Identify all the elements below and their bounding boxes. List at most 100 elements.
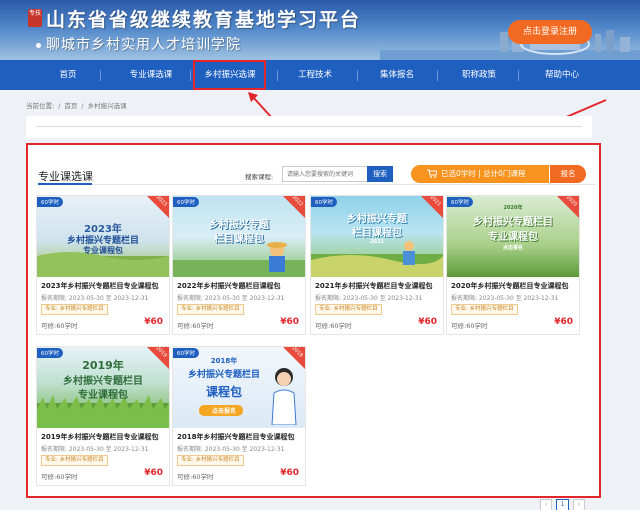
nav-divider bbox=[518, 70, 519, 81]
course-price: ¥60 bbox=[418, 317, 437, 327]
course-price: ¥60 bbox=[280, 317, 299, 327]
enroll-period: 报名期限: 2023-05-30 至 2023-12-31 bbox=[177, 295, 285, 302]
course-thumbnail: 2018年 乡村振兴专题栏目 课程包 点击报名 60学时 2018 bbox=[173, 347, 305, 428]
thumbnail-line: 2021 bbox=[370, 239, 384, 245]
course-thumbnail: 乡村振兴专题 栏目课程包 60学时 2022 bbox=[173, 196, 305, 277]
course-card[interactable]: 乡村振兴专题 栏目课程包 2021 60学时 2021 2021年乡村振兴专题栏… bbox=[310, 195, 444, 335]
nav-item-professional-courses[interactable]: 专业课选课 bbox=[118, 60, 184, 90]
nav-item-title-policy[interactable]: 职称政策 bbox=[446, 60, 512, 90]
specialty-tag: 专业: 乡村振兴专题栏目 bbox=[41, 304, 108, 315]
hours-tag: 60学时 bbox=[37, 348, 63, 358]
thumbnail-line: 栏目课程包 bbox=[352, 228, 402, 239]
breadcrumb-current: 乡村振兴选课 bbox=[87, 102, 127, 110]
pagination-prev-button[interactable]: ‹ bbox=[540, 499, 552, 510]
hours-tag: 60学时 bbox=[173, 348, 199, 358]
badge-stamp: 专技 bbox=[28, 9, 42, 27]
breadcrumb-home-link[interactable]: 首页 bbox=[64, 102, 77, 110]
credit-hours: 可修:60学时 bbox=[451, 322, 488, 330]
course-name[interactable]: 2022年乡村振兴专题栏目课程包 bbox=[177, 281, 280, 291]
site-subtitle: 聊城市乡村实用人才培训学院 bbox=[36, 34, 241, 54]
course-price: ¥60 bbox=[144, 317, 163, 327]
course-name[interactable]: 2021年乡村振兴专题栏目专业课程包 bbox=[315, 281, 432, 291]
course-price: ¥60 bbox=[554, 317, 573, 327]
course-card[interactable]: 2020年 乡村振兴专题栏目 专业课程包 点击报名 60学时 2020 2020… bbox=[446, 195, 580, 335]
enroll-period: 报名期限: 2023-05-30 至 2023-12-31 bbox=[177, 446, 285, 453]
credit-hours: 可修:60学时 bbox=[41, 473, 78, 481]
thumbnail-line: 专业课程包 bbox=[78, 390, 128, 401]
thumbnail-line: 点击报名 bbox=[211, 408, 236, 415]
nav-item-home[interactable]: 首页 bbox=[38, 60, 98, 90]
nav-divider bbox=[277, 70, 278, 81]
breadcrumb-separator: / bbox=[81, 102, 84, 110]
enroll-period: 报名期限: 2023-05-30 至 2023-12-31 bbox=[315, 295, 423, 302]
thumbnail-line: 专业课程包 bbox=[488, 232, 538, 243]
pagination-page-1[interactable]: 1 bbox=[556, 499, 569, 510]
divider bbox=[36, 126, 582, 127]
bullet-dot-icon bbox=[36, 42, 41, 48]
nav-divider bbox=[190, 70, 191, 81]
nav-item-help-center[interactable]: 帮助中心 bbox=[530, 60, 594, 90]
hours-tag: 60学时 bbox=[447, 197, 473, 207]
thumbnail-line: 课程包 bbox=[205, 385, 242, 399]
hours-tag: 60学时 bbox=[173, 197, 199, 207]
credit-hours: 可修:60学时 bbox=[41, 322, 78, 330]
cart-summary-text: 已选0学时 | 总计0门课程 bbox=[441, 169, 526, 178]
nav-item-group-enroll[interactable]: 集体报名 bbox=[366, 60, 428, 90]
course-search-input[interactable] bbox=[282, 166, 368, 182]
pagination-next-button[interactable]: › bbox=[573, 499, 585, 510]
course-thumbnail: 2020年 乡村振兴专题栏目 专业课程包 点击报名 60学时 2020 bbox=[447, 196, 579, 277]
course-card[interactable]: 2018年 乡村振兴专题栏目 课程包 点击报名 60学时 2018 2018年乡… bbox=[172, 346, 306, 486]
section-divider bbox=[38, 184, 596, 185]
site-header-banner: 专技 山东省省级继续教育基地学习平台 聊城市乡村实用人才培训学院 点击登录注册 bbox=[0, 0, 640, 60]
course-card[interactable]: 乡村振兴专题 栏目课程包 60学时 2022 2022年乡村振兴专题栏目课程包 … bbox=[172, 195, 306, 335]
enroll-period: 报名期限: 2023-05-30 至 2023-12-31 bbox=[41, 295, 149, 302]
enroll-period: 报名期限: 2023-05-30 至 2023-12-31 bbox=[41, 446, 149, 453]
main-nav: 首页 专业课选课 乡村振兴选课 工程技术 集体报名 职称政策 帮助中心 bbox=[0, 60, 640, 90]
course-name[interactable]: 2018年乡村振兴专题栏目专业课程包 bbox=[177, 432, 294, 442]
specialty-tag: 专业: 乡村振兴专题栏目 bbox=[177, 304, 244, 315]
course-name[interactable]: 2019年乡村振兴专题栏目专业课程包 bbox=[41, 432, 158, 442]
credit-hours: 可修:60学时 bbox=[177, 322, 214, 330]
credit-hours: 可修:60学时 bbox=[177, 473, 214, 481]
course-name[interactable]: 2023年乡村振兴专题栏目专业课程包 bbox=[41, 281, 158, 291]
enroll-button[interactable]: 报名 bbox=[550, 165, 586, 183]
farmer-illustration bbox=[173, 242, 305, 277]
nav-divider bbox=[437, 70, 438, 81]
specialty-tag: 专业: 乡村振兴专题栏目 bbox=[451, 304, 518, 315]
specialty-tag: 专业: 乡村振兴专题栏目 bbox=[177, 455, 244, 466]
login-register-button[interactable]: 点击登录注册 bbox=[508, 20, 592, 44]
thumbnail-line: 点击报名 bbox=[502, 245, 523, 251]
breadcrumb-prefix: 当前位置: bbox=[26, 102, 55, 110]
specialty-tag: 专业: 乡村振兴专题栏目 bbox=[315, 304, 382, 315]
thumbnail-line: 乡村振兴专题 bbox=[209, 220, 269, 231]
site-title: 山东省省级继续教育基地学习平台 bbox=[46, 9, 362, 31]
thumbnail-line: 栏目课程包 bbox=[214, 234, 264, 245]
specialty-tag: 专业: 乡村振兴专题栏目 bbox=[41, 455, 108, 466]
course-name[interactable]: 2020年乡村振兴专题栏目专业课程包 bbox=[451, 281, 568, 291]
banner-placeholder-strip bbox=[26, 116, 592, 138]
course-card[interactable]: 2019年 乡村振兴专题栏目 专业课程包 60学时 2019 2019年乡村振兴… bbox=[36, 346, 170, 486]
thumbnail-line: 专业课程包 bbox=[83, 246, 123, 255]
course-price: ¥60 bbox=[144, 468, 163, 478]
enroll-period: 报名期限: 2023-05-30 至 2023-12-31 bbox=[451, 295, 559, 302]
active-nav-highlight-box bbox=[193, 60, 266, 90]
selected-cart-button[interactable]: 已选0学时 | 总计0门课程 bbox=[411, 165, 549, 183]
course-card[interactable]: 2023年 乡村振兴专题栏目 专业课程包 60学时 2023 2023年乡村振兴… bbox=[36, 195, 170, 335]
section-title-underline bbox=[38, 183, 92, 185]
breadcrumb: 当前位置: / 首页 / 乡村振兴选课 bbox=[26, 100, 131, 110]
course-price: ¥60 bbox=[280, 468, 299, 478]
nav-divider bbox=[100, 70, 101, 81]
search-label: 搜索课程: bbox=[245, 173, 274, 181]
nav-item-engineering[interactable]: 工程技术 bbox=[284, 60, 346, 90]
search-button[interactable]: 搜索 bbox=[367, 166, 393, 182]
hours-tag: 60学时 bbox=[311, 197, 337, 207]
section-title: 专业课选课 bbox=[38, 170, 93, 183]
hours-tag: 60学时 bbox=[37, 197, 63, 207]
nav-divider bbox=[357, 70, 358, 81]
course-thumbnail: 2019年 乡村振兴专题栏目 专业课程包 60学时 2019 bbox=[37, 347, 169, 428]
course-thumbnail: 乡村振兴专题 栏目课程包 2021 60学时 2021 bbox=[311, 196, 443, 277]
thumbnail-line: 乡村振兴专题栏目 bbox=[63, 376, 143, 387]
course-thumbnail: 2023年 乡村振兴专题栏目 专业课程包 60学时 2023 bbox=[37, 196, 169, 277]
site-subtitle-text: 聊城市乡村实用人才培训学院 bbox=[46, 37, 241, 53]
credit-hours: 可修:60学时 bbox=[315, 322, 352, 330]
